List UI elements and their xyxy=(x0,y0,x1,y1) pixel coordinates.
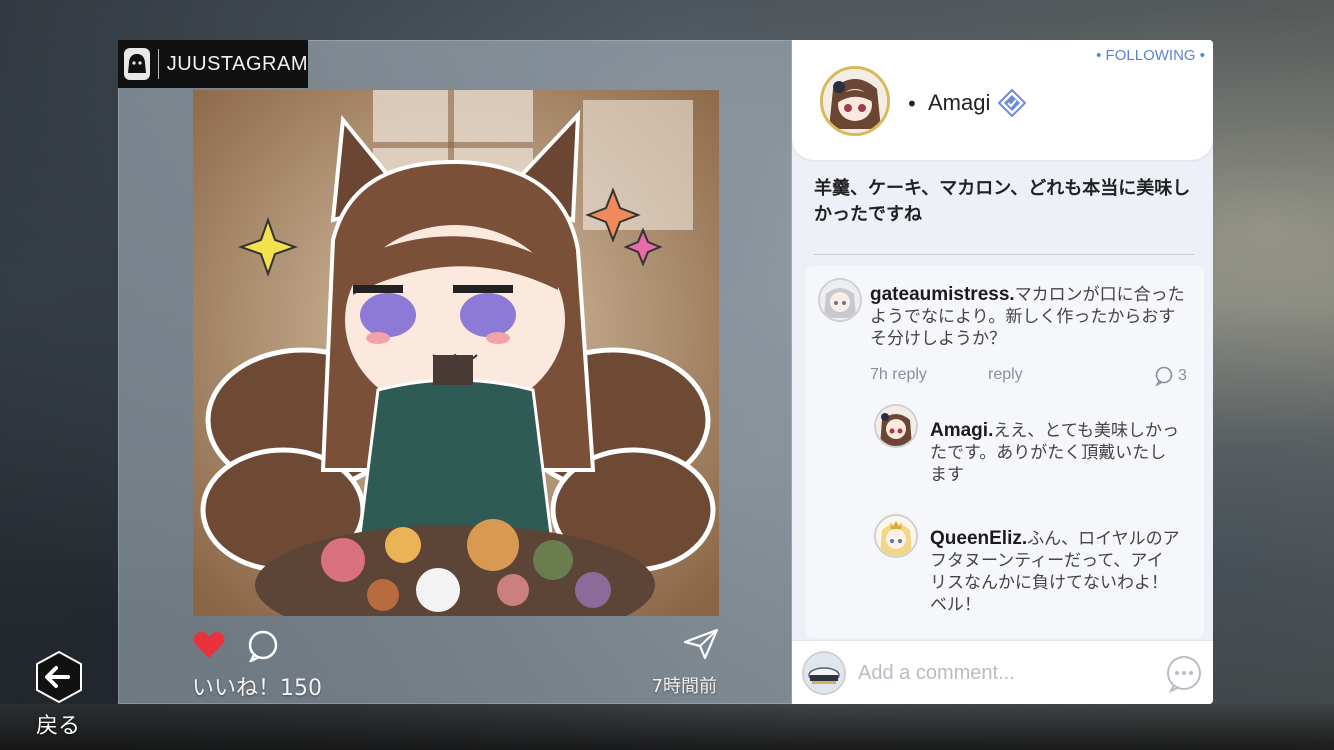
comment-username[interactable]: Amagi. xyxy=(930,420,993,441)
reply-button[interactable]: reply xyxy=(988,366,1023,384)
avatar[interactable] xyxy=(874,514,918,558)
chat-bubble-icon[interactable] xyxy=(1165,655,1203,693)
back-label: 戻る xyxy=(36,714,81,739)
comments-panel: • FOLLOWING • • Amagi 羊羹、ケーキ、マカロン、どれも本当に… xyxy=(792,40,1213,704)
profile-header: • FOLLOWING • • Amagi xyxy=(792,40,1213,160)
comment-time-reply[interactable]: 7h reply xyxy=(870,366,927,384)
reply-bubble-icon xyxy=(1155,366,1173,386)
brand-logo-icon xyxy=(124,48,150,80)
verified-badge-icon xyxy=(998,89,1026,117)
brand-name: JUUSTAGRAM xyxy=(166,52,308,75)
add-comment-bar xyxy=(792,640,1213,704)
comment-text: gateaumistress.マカロンが口に合ったようでなにより。新しく作ったか… xyxy=(870,284,1190,350)
comment-username[interactable]: gateaumistress. xyxy=(870,284,1015,305)
name-bullet: • xyxy=(906,92,918,116)
likes-count: いいね！150 xyxy=(192,676,322,701)
reply-count-value: 3 xyxy=(1178,367,1187,384)
avatar[interactable] xyxy=(874,404,918,448)
comment-text: QueenEliz.ふん、ロイヤルのアフタヌーンティーだって、アイリスなんかに負… xyxy=(930,528,1180,616)
comment-username[interactable]: QueenEliz. xyxy=(930,528,1027,549)
profile-name[interactable]: Amagi xyxy=(928,90,990,116)
comment-text: Amagi.ええ、とても美味しかったです。ありがたく頂戴いたします xyxy=(930,420,1180,486)
comments-list: gateaumistress.マカロンが口に合ったようでなにより。新しく作ったか… xyxy=(806,266,1204,638)
comment-input[interactable] xyxy=(858,657,1148,689)
post-caption: 羊羹、ケーキ、マカロン、どれも本当に美味しかったですね xyxy=(814,178,1191,225)
background-footer xyxy=(0,704,1334,750)
avatar[interactable] xyxy=(818,278,862,322)
caption-divider xyxy=(814,254,1194,255)
avatar[interactable] xyxy=(820,66,890,136)
brand-divider xyxy=(158,49,159,79)
comment-icon[interactable] xyxy=(246,630,280,662)
back-arrow-icon xyxy=(36,650,82,704)
reply-count[interactable]: 3 xyxy=(1154,366,1187,386)
brand-bar: JUUSTAGRAM xyxy=(118,40,308,88)
send-icon[interactable] xyxy=(683,628,719,660)
following-button[interactable]: • FOLLOWING • xyxy=(1096,47,1205,64)
post-time: 7時間前 xyxy=(651,676,717,697)
heart-icon[interactable] xyxy=(192,630,226,660)
back-button[interactable]: 戻る xyxy=(34,650,86,739)
post-image[interactable] xyxy=(193,90,719,616)
avatar xyxy=(802,651,846,695)
